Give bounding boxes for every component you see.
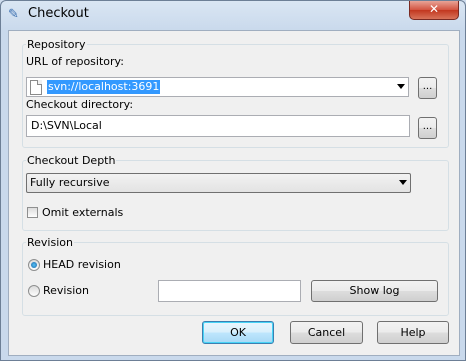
head-revision-radio[interactable]: [28, 259, 40, 271]
dialog-body: Repository URL of repository: svn://loca…: [8, 30, 460, 356]
depth-select[interactable]: Fully recursive: [26, 173, 411, 193]
help-button[interactable]: Help: [377, 321, 449, 344]
title-bar[interactable]: ✎ Checkout ✕: [1, 1, 465, 29]
checkout-directory-label: Checkout directory:: [26, 98, 134, 111]
url-value[interactable]: svn://localhost:3691: [47, 80, 161, 94]
checkout-directory-input[interactable]: D:\SVN\Local: [26, 115, 410, 137]
head-revision-label[interactable]: HEAD revision: [43, 258, 121, 271]
revision-radio[interactable]: [28, 285, 40, 297]
show-log-button[interactable]: Show log: [311, 280, 438, 302]
document-icon: [30, 80, 42, 95]
checkout-dialog: ✎ Checkout ✕ Repository URL of repositor…: [0, 0, 466, 361]
revision-label[interactable]: Revision: [43, 284, 89, 297]
revision-group-label: Revision: [26, 236, 74, 249]
repository-group-label: Repository: [26, 38, 87, 51]
revision-input[interactable]: [158, 280, 301, 302]
url-browse-button[interactable]: ...: [418, 77, 437, 99]
revision-group: [22, 242, 449, 316]
cancel-button[interactable]: Cancel: [290, 321, 363, 344]
checkout-depth-group-label: Checkout Depth: [26, 154, 117, 167]
dropdown-arrow-icon[interactable]: [399, 180, 407, 185]
directory-browse-button[interactable]: ...: [418, 117, 437, 139]
window-title: Checkout: [28, 6, 89, 21]
depth-selected-value: Fully recursive: [30, 176, 110, 189]
omit-externals-checkbox[interactable]: [27, 207, 38, 218]
ok-button[interactable]: OK: [202, 321, 274, 344]
checkout-depth-group: [22, 160, 449, 231]
tortoisesvn-app-icon: ✎: [8, 7, 19, 22]
close-button[interactable]: ✕: [409, 1, 459, 20]
dropdown-arrow-icon[interactable]: [397, 84, 405, 89]
omit-externals-label[interactable]: Omit externals: [42, 206, 123, 219]
url-label: URL of repository:: [26, 55, 124, 68]
url-combobox[interactable]: svn://localhost:3691: [26, 77, 409, 97]
